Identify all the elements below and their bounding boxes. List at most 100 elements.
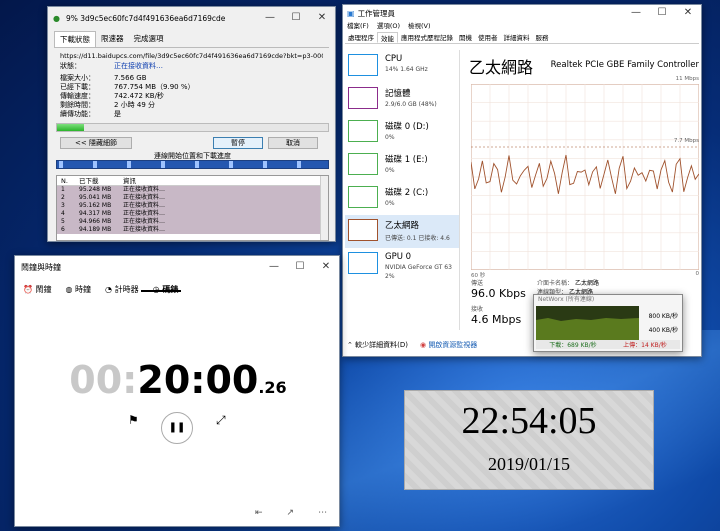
clock-title: 鬧鐘與時鐘 (21, 262, 61, 272)
resource-sparkline (348, 54, 378, 76)
networx-graph (536, 306, 639, 340)
status-row: 狀態： 正在接收資料… (60, 62, 163, 70)
tab-world-clock[interactable]: ◍ 時鐘 (66, 284, 92, 295)
menu-options[interactable]: 選項(O) (377, 21, 400, 31)
globe-icon: ◍ (65, 285, 73, 294)
axis-top: 11 Mbps (675, 76, 699, 82)
tm-tab[interactable]: 使用者 (475, 32, 501, 43)
tab-alarm[interactable]: ⏰ 鬧鐘 (23, 284, 52, 295)
resource-sparkline (348, 120, 378, 142)
resource-item[interactable]: GPU 0 NVIDIA GeForce GT 63 2% (345, 248, 459, 281)
table-row[interactable]: 3 95.162 MB 正在接收資料… (57, 202, 328, 210)
table-row[interactable]: 1 95.248 MB 正在接收資料… (57, 186, 328, 194)
time-hours: 00: (69, 358, 138, 402)
download-window[interactable]: ● 9% 3d9c5ec60fc7d4f491636ea6d7169cde — … (47, 6, 336, 242)
networx-down: 下載：689 KB/秒 (549, 342, 597, 349)
cancel-button[interactable]: 取消 (268, 137, 318, 149)
stopwatch-display: 00:20:00.26 (15, 358, 339, 402)
segments-bar (56, 160, 329, 169)
close-button[interactable]: ✕ (313, 256, 339, 278)
pause-button[interactable]: ❚❚ (161, 412, 193, 444)
more-icon[interactable]: ⋯ (318, 508, 327, 518)
tm-tab[interactable]: 開機 (456, 32, 475, 43)
alarm-icon: ⏰ (23, 285, 33, 294)
pin-icon[interactable]: ⇤ (255, 508, 263, 518)
throughput-graph (471, 84, 699, 270)
table-row[interactable]: 4 94.317 MB 正在接收資料… (57, 210, 328, 218)
tm-tabs: 處理程序 效能 應用程式歷程記錄 開機 使用者 詳細資料 服務 (345, 32, 699, 44)
chevron-up-icon: ⌃ (347, 341, 353, 349)
resource-sparkline (348, 219, 378, 241)
info-row: 檔案大小： 7.566 GB (60, 74, 147, 82)
clock-titlebar[interactable]: 鬧鐘與時鐘 — ☐ ✕ (15, 256, 339, 278)
segment-marker (263, 161, 267, 168)
resource-item[interactable]: 磁碟 2 (C:) 0% (345, 182, 459, 215)
download-url: https://d11.baidupcs.com/file/3d9c5ec60f… (60, 52, 323, 60)
tm-tab[interactable]: 詳細資料 (501, 32, 533, 43)
resource-list: CPU 14% 1.64 GHz 記憶體 2.9/6.0 GB (48%) 磁碟 0 (… (345, 50, 460, 330)
tm-tab[interactable]: 處理程序 (345, 32, 377, 43)
axis-mid: 7.7 Mbps (673, 138, 699, 144)
tab-limiter[interactable]: 限速器 (96, 31, 129, 47)
resource-sparkline (348, 186, 378, 208)
monitor-icon: ◉ (419, 341, 427, 349)
menu-view[interactable]: 檢視(V) (408, 21, 431, 31)
table-row[interactable]: 2 95.041 MB 正在接收資料… (57, 194, 328, 202)
minimize-button[interactable]: — (623, 5, 649, 21)
tab-status[interactable]: 下載狀態 (54, 31, 96, 47)
table-scrollbar[interactable] (320, 176, 328, 240)
timer-icon: ◔ (105, 285, 113, 294)
tm-titlebar[interactable]: ▣ 工作管理員 — ☐ ✕ (343, 5, 701, 21)
close-button[interactable]: ✕ (675, 5, 701, 21)
resource-sparkline (348, 252, 378, 274)
clock-app-window[interactable]: 鬧鐘與時鐘 — ☐ ✕ ⏰ 鬧鐘 ◍ 時鐘 ◔ 計時器 ◷ 碼錶 00:20:0… (14, 255, 340, 527)
recv-value: 4.6 Mbps (471, 313, 522, 326)
networx-widget[interactable]: NetWorx (所有連線) 800 KB/秒 400 KB/秒 下載：689 … (533, 294, 683, 352)
tm-app-icon: ▣ (347, 8, 355, 18)
tab-timer[interactable]: ◔ 計時器 (105, 284, 139, 295)
resource-item[interactable]: 乙太網路 已傳送: 0.1 已接收: 4.6 (345, 215, 459, 248)
networx-up: 上傳：14 KB/秒 (623, 342, 667, 349)
time-minutes-seconds: 20:00 (137, 358, 259, 402)
menu-file[interactable]: 檔案(F) (347, 21, 369, 31)
segment-marker (59, 161, 63, 168)
resource-item[interactable]: 磁碟 1 (E:) 0% (345, 149, 459, 182)
tm-menubar: 檔案(F) 選項(O) 檢視(V) (343, 21, 701, 31)
share-icon[interactable]: ↗ (287, 508, 295, 518)
table-row[interactable]: 6 94.189 MB 正在接收資料… (57, 226, 328, 234)
maximize-button[interactable]: ☐ (649, 5, 675, 21)
idm-app-icon: ● (53, 13, 60, 23)
tm-tab[interactable]: 服務 (533, 32, 552, 43)
maximize-button[interactable]: ☐ (287, 256, 313, 278)
resource-item[interactable]: CPU 14% 1.64 GHz (345, 50, 459, 83)
flag-icon[interactable]: ⚑ (128, 413, 139, 427)
resource-item[interactable]: 記憶體 2.9/6.0 GB (48%) (345, 83, 459, 116)
resource-item[interactable]: 磁碟 0 (D:) 0% (345, 116, 459, 149)
tm-tab[interactable]: 效能 (377, 32, 398, 43)
status-value: 正在接收資料… (114, 62, 163, 70)
open-monitor-link[interactable]: ◉ 開啟資源監視器 (420, 340, 477, 350)
hide-details-button[interactable]: << 隱藏細節 (60, 137, 132, 149)
info-rows: 檔案大小： 7.566 GB 已經下載： 767.754 MB（9.90 %） 傳輸速度… (48, 74, 335, 119)
idm-titlebar[interactable]: ● 9% 3d9c5ec60fc7d4f491636ea6d7169cde — … (48, 7, 335, 29)
maximize-button[interactable]: ☐ (283, 7, 309, 29)
networx-title: NetWorx (所有連線) (538, 296, 595, 303)
pause-icon: ❚❚ (168, 422, 186, 433)
close-button[interactable]: ✕ (309, 7, 335, 29)
segment-marker (161, 161, 165, 168)
expand-icon[interactable]: ⤢ (216, 413, 226, 428)
tm-footer: ⌃ 較少詳細資料(D) ◉ 開啟資源監視器 (347, 340, 477, 350)
table-row[interactable]: 5 94.966 MB 正在接收資料… (57, 218, 328, 226)
tm-tab[interactable]: 應用程式歷程記錄 (398, 32, 456, 43)
tab-complete[interactable]: 完成選項 (129, 31, 169, 47)
time-hundredths: .26 (258, 378, 287, 397)
minimize-button[interactable]: — (261, 256, 287, 278)
minimize-button[interactable]: — (257, 7, 283, 29)
info-row: 已經下載： 767.754 MB（9.90 %） (60, 83, 195, 91)
send-value: 96.0 Kbps (471, 287, 526, 300)
panel-title: 乙太網路 (469, 58, 534, 77)
fewer-details-link[interactable]: ⌃ 較少詳細資料(D) (347, 340, 408, 350)
idm-tabs: 下載狀態 限速器 完成選項 (54, 31, 329, 48)
pause-button[interactable]: 暫停 (213, 137, 263, 149)
progress-fill (57, 124, 84, 131)
